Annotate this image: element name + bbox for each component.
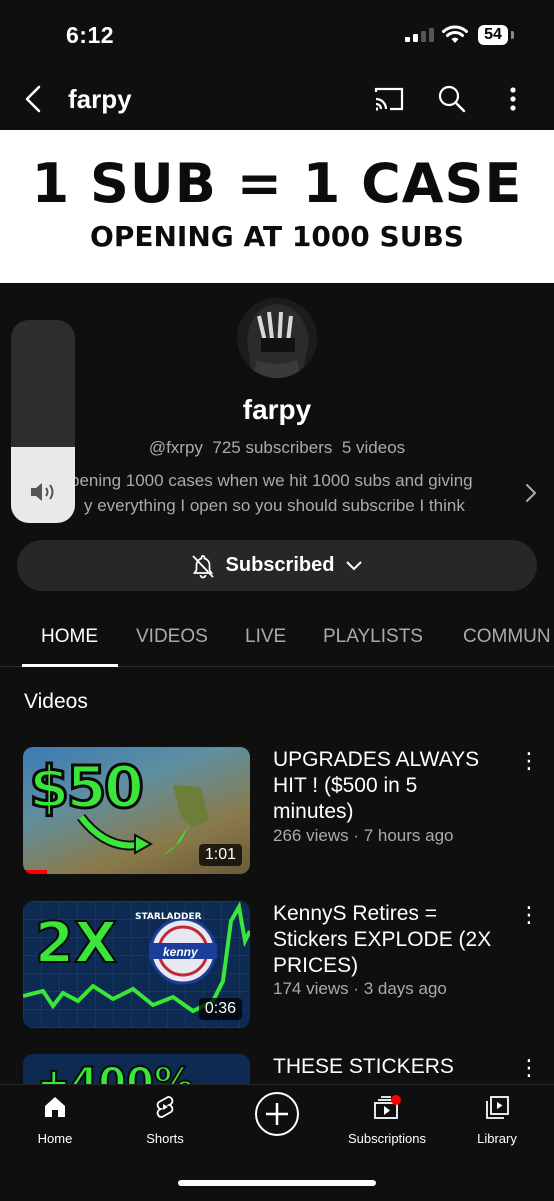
cellular-signal-icon (405, 28, 434, 42)
thumbnail-text: 2X (34, 910, 118, 977)
tab-playlists[interactable]: PLAYLISTS (323, 626, 423, 648)
channel-handle: @fxrpy (148, 438, 203, 457)
video-count: 5 videos (341, 438, 406, 457)
tab-home[interactable]: HOME (41, 626, 98, 648)
volume-slider[interactable] (11, 320, 75, 523)
video-duration: 1:01 (198, 844, 242, 866)
shorts-icon (156, 1096, 174, 1118)
channel-tabs: HOME VIDEOS LIVE PLAYLISTS COMMUN (0, 610, 554, 667)
tab-live[interactable]: LIVE (245, 626, 286, 648)
channel-stats: @fxrpy 725 subscribers 5 videos (0, 438, 554, 458)
description-line: y everything I open so you should subscr… (84, 496, 465, 515)
home-indicator (178, 1180, 376, 1186)
video-title[interactable]: KennyS Retires = Stickers EXPLODE (2X PR… (273, 901, 503, 979)
video-title[interactable]: THESE STICKERS (273, 1054, 503, 1084)
battery-icon: 54 (478, 25, 508, 45)
video-thumbnail[interactable]: +400% (23, 1054, 250, 1084)
tab-community[interactable]: COMMUN (463, 626, 551, 648)
thumbnail-text: +400% (36, 1059, 195, 1084)
subscribed-button[interactable]: Subscribed (17, 540, 537, 591)
video-menu-icon[interactable]: ⋮ (518, 748, 540, 774)
nav-label: Subscriptions (347, 1131, 427, 1146)
nav-home[interactable]: Home (5, 1094, 105, 1146)
status-time: 6:12 (66, 22, 115, 48)
nav-label: Home (37, 1131, 73, 1146)
nav-label: Shorts (146, 1131, 184, 1146)
library-icon (486, 1096, 509, 1119)
nav-subscriptions[interactable]: Subscriptions (337, 1094, 437, 1146)
video-duration: 0:36 (198, 998, 242, 1020)
nav-shorts[interactable]: Shorts (115, 1094, 215, 1146)
video-title[interactable]: UPGRADES ALWAYS HIT ! ($500 in 5 minutes… (273, 747, 503, 825)
nav-create[interactable] (227, 1090, 327, 1143)
nav-label: Library (477, 1131, 517, 1146)
nav-library[interactable]: Library (447, 1094, 547, 1146)
banner-headline: 1 SUB = 1 CASE (31, 152, 523, 215)
description-line: pening 1000 cases when we hit 1000 subs … (70, 471, 473, 490)
section-title: Videos (24, 690, 88, 713)
video-menu-icon[interactable]: ⋮ (518, 1055, 540, 1081)
cast-icon[interactable] (373, 86, 405, 112)
chevron-down-icon (346, 560, 363, 570)
tab-videos[interactable]: VIDEOS (136, 626, 208, 648)
banner-subline: OPENING AT 1000 SUBS (90, 220, 464, 253)
create-icon (255, 1092, 299, 1136)
subscriber-count: 725 subscribers (212, 438, 333, 457)
bell-off-icon (191, 554, 214, 578)
battery-tip (511, 31, 514, 39)
home-icon (45, 1097, 65, 1117)
more-vert-icon[interactable] (508, 86, 518, 112)
tab-active-indicator (22, 664, 118, 667)
channel-description[interactable]: pening 1000 cases when we hit 1000 subs … (70, 468, 510, 518)
video-thumbnail[interactable]: STARLADDER 2X kenny 0:36 (23, 901, 250, 1028)
chevron-right-icon[interactable] (524, 482, 538, 504)
video-meta: 266 views · 7 hours ago (273, 826, 454, 845)
back-icon[interactable] (22, 84, 44, 114)
svg-text:STARLADDER: STARLADDER (135, 912, 202, 922)
channel-banner: 1 SUB = 1 CASE OPENING AT 1000 SUBS (0, 130, 554, 283)
channel-name: farpy (242, 394, 312, 425)
video-meta: 174 views · 3 days ago (273, 979, 447, 998)
subscriptions-icon (374, 1095, 401, 1119)
header-title: farpy (68, 84, 132, 114)
search-icon[interactable] (437, 84, 467, 114)
video-thumbnail[interactable]: $50 1:01 (23, 747, 250, 874)
video-menu-icon[interactable]: ⋮ (518, 902, 540, 928)
thumbnail-badge: kenny (163, 945, 198, 959)
speaker-icon (31, 483, 54, 501)
avatar[interactable] (237, 298, 317, 378)
avatar-image (237, 298, 317, 378)
subscribed-label: Subscribed (225, 554, 335, 576)
wifi-icon (442, 25, 468, 43)
